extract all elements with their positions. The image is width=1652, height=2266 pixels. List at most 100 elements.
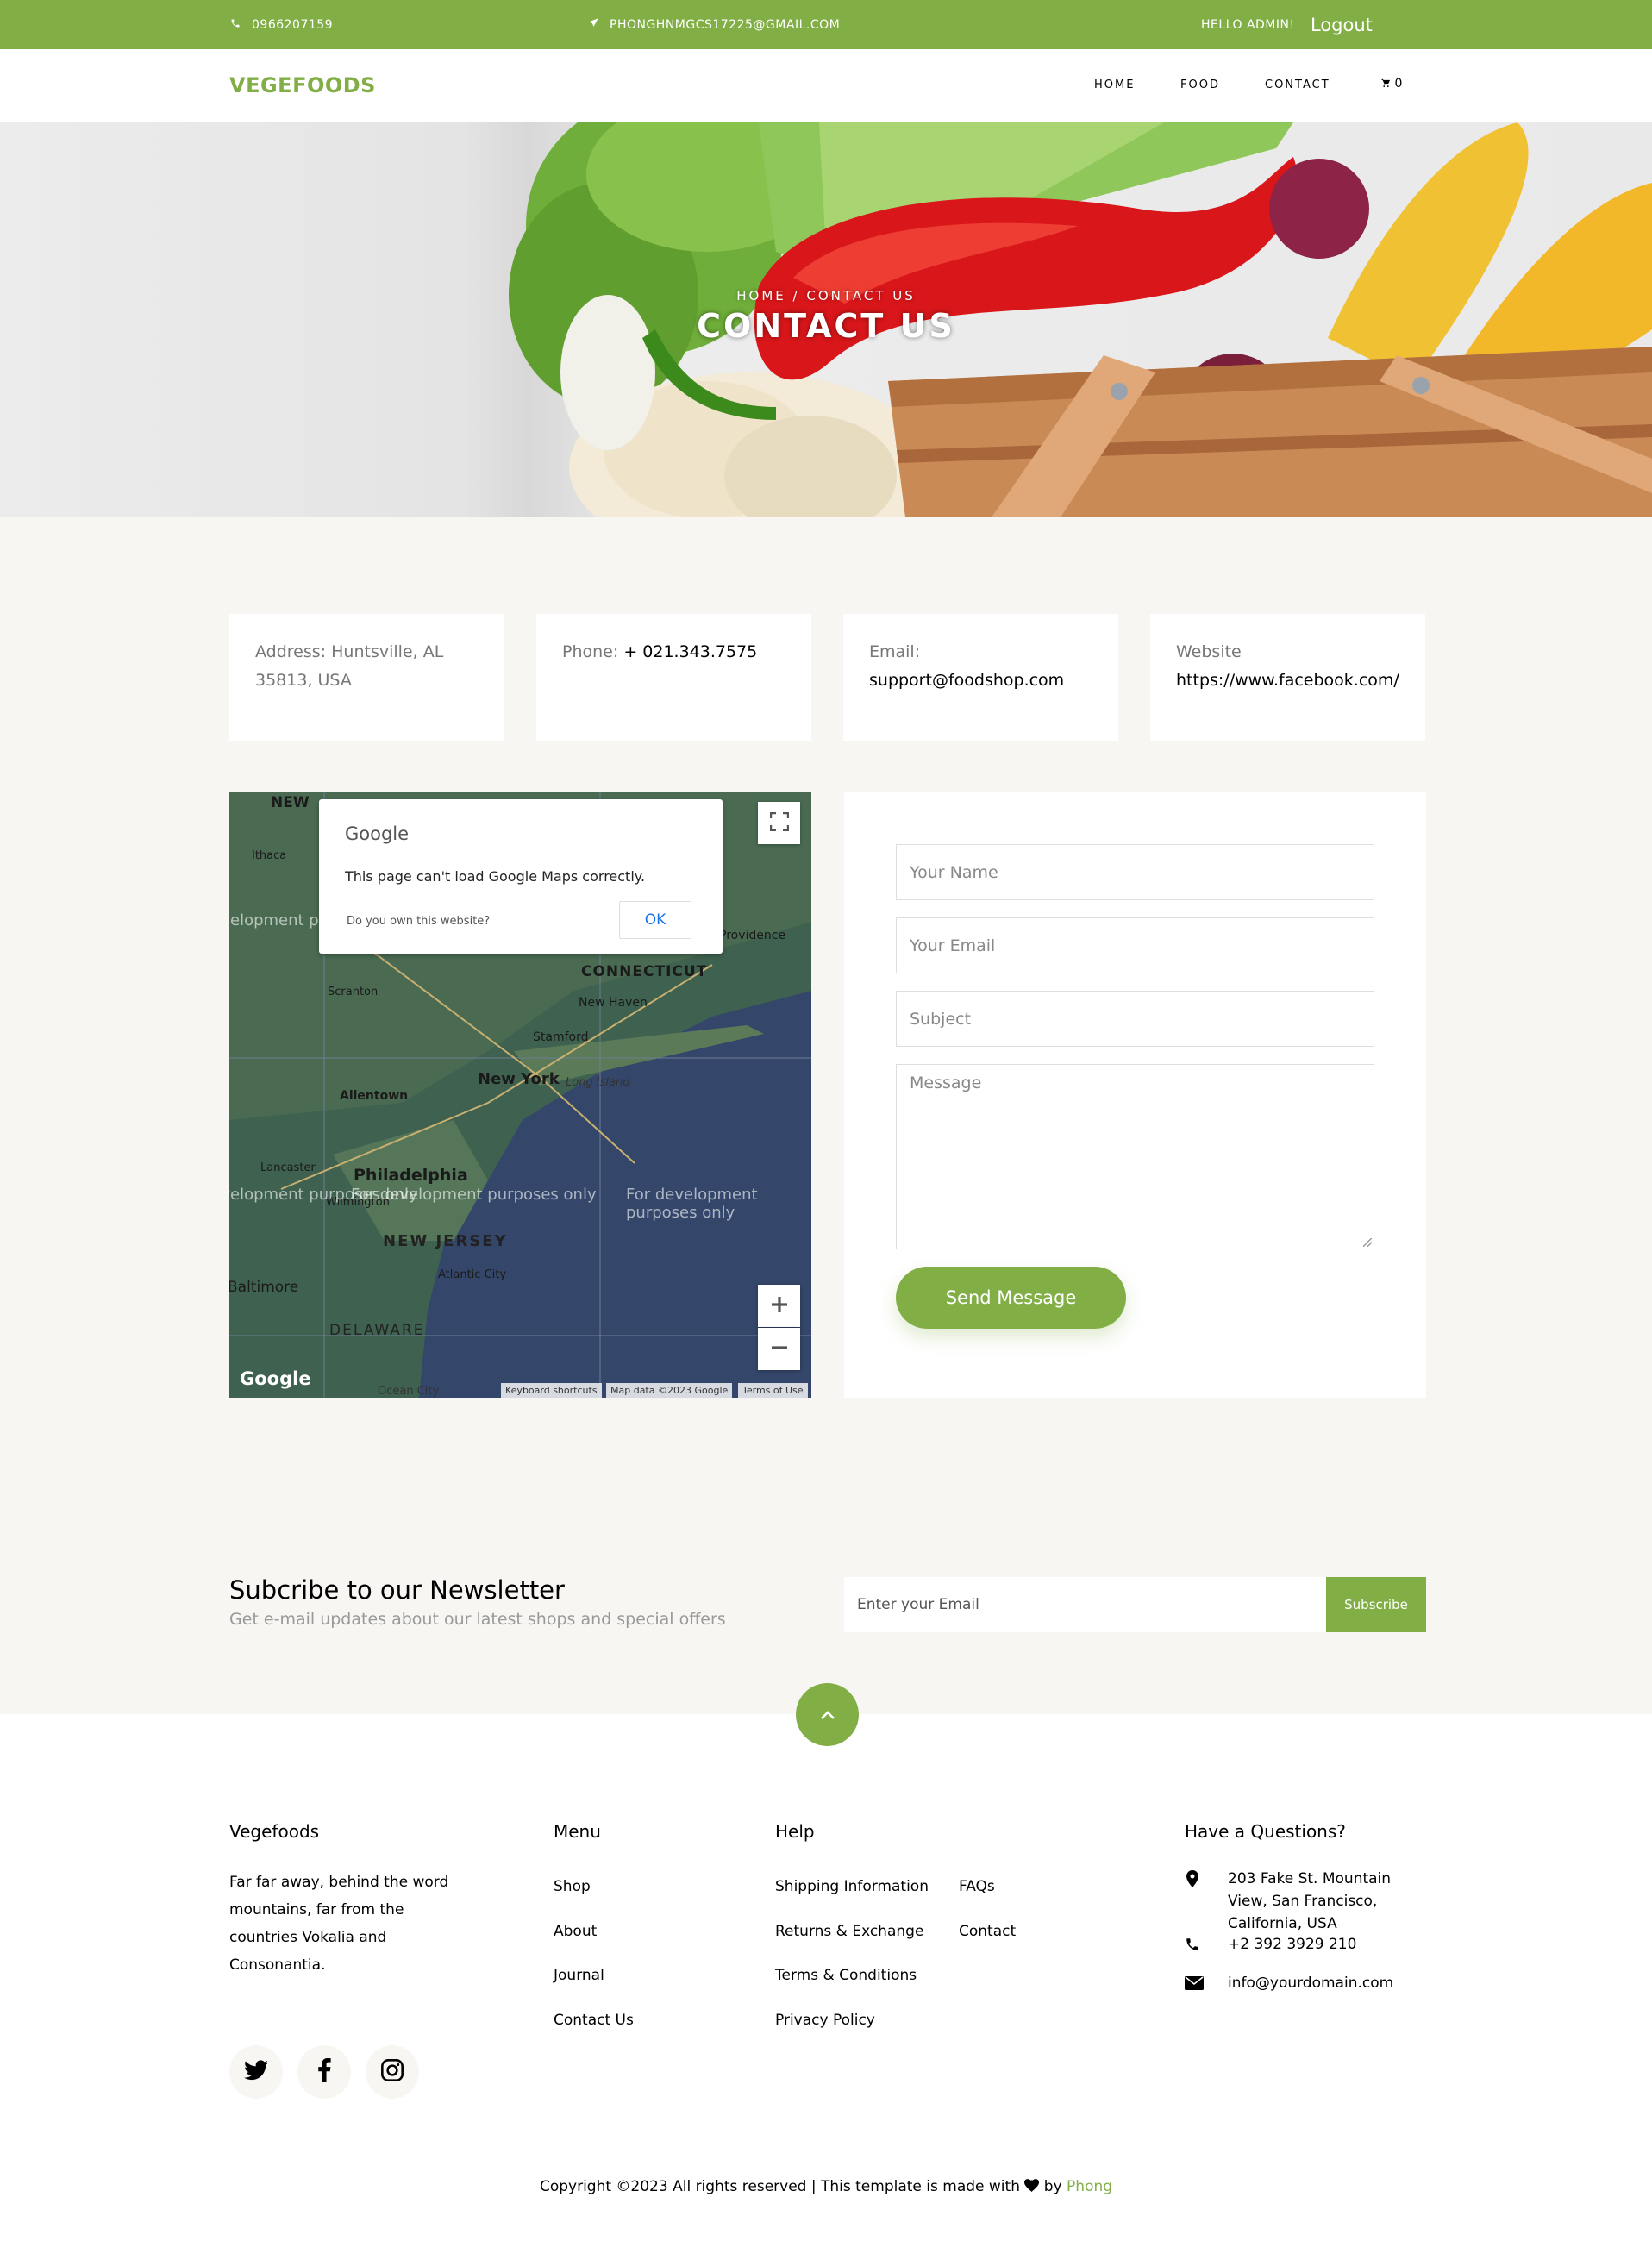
send-message-button[interactable]: Send Message bbox=[896, 1267, 1126, 1329]
keyboard-shortcuts-link[interactable]: Keyboard shortcuts bbox=[501, 1383, 602, 1398]
twitter-button[interactable] bbox=[229, 2045, 283, 2099]
footer-help-privacy[interactable]: Privacy Policy bbox=[775, 2012, 875, 2029]
topbar-email-text: PHONGHNMGCS17225@GMAIL.COM bbox=[610, 17, 841, 32]
map-dev-watermark: For development purposes only bbox=[351, 1186, 597, 1204]
map-label-delaware: DELAWARE bbox=[329, 1322, 425, 1339]
topbar-phone-text: 0966207159 bbox=[252, 17, 334, 32]
email-label: Email: bbox=[869, 642, 921, 661]
phone-value[interactable]: + 021.343.7575 bbox=[623, 642, 757, 661]
fullscreen-icon bbox=[769, 811, 789, 835]
paper-plane-icon bbox=[587, 17, 599, 32]
map-label-baltimore: Baltimore bbox=[229, 1279, 299, 1296]
copyright-by: by bbox=[1043, 2178, 1062, 2195]
footer-menu-shop[interactable]: Shop bbox=[554, 1878, 591, 1895]
instagram-icon bbox=[380, 2058, 404, 2086]
footer-help-terms[interactable]: Terms & Conditions bbox=[775, 1967, 917, 1984]
footer-menu-title: Menu bbox=[554, 1821, 601, 1842]
maps-error-dialog: Google This page can't load Google Maps … bbox=[319, 799, 723, 954]
map-label-new-york: New York bbox=[478, 1070, 560, 1088]
phone-icon bbox=[1185, 1937, 1200, 1956]
newsletter-subtitle: Get e-mail updates about our latest shop… bbox=[229, 1610, 726, 1629]
navbar: VEGEFOODS HOME FOOD CONTACT 0 bbox=[0, 49, 1652, 122]
dialog-own-website[interactable]: Do you own this website? bbox=[347, 915, 490, 928]
envelope-icon bbox=[1185, 1976, 1204, 1994]
nav-contact[interactable]: CONTACT bbox=[1265, 78, 1330, 91]
map-label-philadelphia: Philadelphia bbox=[354, 1166, 468, 1185]
minus-icon bbox=[770, 1338, 789, 1361]
map-data-attribution: Map data ©2023 Google bbox=[606, 1383, 733, 1398]
resize-handle-icon[interactable] bbox=[1363, 1238, 1372, 1247]
map-label-stamford: Stamford bbox=[533, 1030, 589, 1044]
nav-home[interactable]: HOME bbox=[1094, 78, 1135, 91]
address-card: Address: Huntsville, AL 35813, USA bbox=[229, 614, 504, 741]
topbar-greeting: HELLO ADMIN! bbox=[1201, 17, 1295, 32]
footer-help-contact[interactable]: Contact bbox=[959, 1923, 1016, 1940]
phone-icon bbox=[229, 18, 241, 32]
phone-label: Phone: bbox=[562, 642, 619, 661]
map-label-scranton: Scranton bbox=[328, 986, 379, 998]
newsletter-email-input[interactable]: Enter your Email bbox=[844, 1577, 1327, 1632]
email-field[interactable]: Your Email bbox=[896, 917, 1374, 973]
map-label-long-island: Long Island bbox=[566, 1076, 630, 1089]
breadcrumb: HOME / CONTACT US bbox=[736, 288, 916, 304]
cart-link[interactable]: 0 bbox=[1381, 77, 1402, 91]
map-label-ithaca: Ithaca bbox=[252, 849, 287, 862]
cart-count: 0 bbox=[1394, 77, 1403, 91]
map-label-new-jersey: NEW JERSEY bbox=[383, 1232, 508, 1250]
zoom-in-button[interactable] bbox=[758, 1285, 800, 1327]
copyright-text: Copyright ©2023 All rights reserved | Th… bbox=[539, 2178, 1020, 2195]
fullscreen-button[interactable] bbox=[758, 802, 800, 844]
footer-help-title: Help bbox=[775, 1821, 815, 1842]
footer-email[interactable]: info@yourdomain.com bbox=[1228, 1975, 1393, 1992]
map-label-lancaster: Lancaster bbox=[260, 1161, 316, 1174]
footer-about-text: Far far away, behind the word mountains,… bbox=[229, 1874, 449, 1974]
website-value[interactable]: https://www.facebook.com/ bbox=[1176, 667, 1399, 695]
facebook-button[interactable] bbox=[297, 2045, 351, 2099]
footer-menu-journal[interactable]: Journal bbox=[554, 1967, 604, 1984]
google-map[interactable]: NEW Ithaca Scranton CONNECTICUT New Have… bbox=[229, 792, 811, 1398]
email-card: Email: support@foodshop.com bbox=[843, 614, 1118, 741]
topbar-email: PHONGHNMGCS17225@GMAIL.COM bbox=[587, 0, 840, 49]
map-google-logo: Google bbox=[240, 1368, 311, 1389]
footer-help-returns[interactable]: Returns & Exchange bbox=[775, 1923, 923, 1940]
map-label-providence: Providence bbox=[719, 929, 786, 942]
name-field[interactable]: Your Name bbox=[896, 844, 1374, 900]
email-value[interactable]: support@foodshop.com bbox=[869, 667, 1092, 695]
map-label-allentown: Allentown bbox=[340, 1089, 409, 1103]
footer-menu-about[interactable]: About bbox=[554, 1923, 597, 1940]
instagram-button[interactable] bbox=[366, 2045, 419, 2099]
footer-questions-title: Have a Questions? bbox=[1185, 1821, 1346, 1842]
footer-menu-contact-us[interactable]: Contact Us bbox=[554, 2012, 634, 2029]
page-title: CONTACT US bbox=[697, 307, 955, 345]
brand-logo[interactable]: VEGEFOODS bbox=[229, 73, 376, 97]
footer-phone[interactable]: +2 392 3929 210 bbox=[1228, 1936, 1356, 1953]
heart-icon bbox=[1024, 2178, 1043, 2195]
address-label: Address: bbox=[255, 642, 327, 661]
nav-food[interactable]: FOOD bbox=[1180, 78, 1220, 91]
website-label: Website bbox=[1176, 642, 1242, 661]
scroll-top-button[interactable] bbox=[796, 1683, 859, 1746]
footer-about-title: Vegefoods bbox=[229, 1821, 320, 1842]
map-dev-watermark: For development purposes only bbox=[626, 1186, 758, 1222]
message-placeholder: Message bbox=[910, 1074, 982, 1092]
footer-help-faqs[interactable]: FAQs bbox=[959, 1878, 995, 1895]
map-marker-icon bbox=[1185, 1870, 1200, 1892]
dialog-ok-button[interactable]: OK bbox=[619, 901, 691, 939]
dialog-google-logo: Google bbox=[345, 823, 410, 844]
facebook-icon bbox=[317, 2058, 331, 2086]
website-card: Website https://www.facebook.com/ bbox=[1150, 614, 1425, 741]
copyright: Copyright ©2023 All rights reserved | Th… bbox=[0, 2178, 1652, 2195]
subject-field[interactable]: Subject bbox=[896, 991, 1374, 1047]
map-label-atlantic-city: Atlantic City bbox=[438, 1268, 507, 1281]
message-field[interactable]: Message bbox=[896, 1064, 1374, 1249]
cart-icon bbox=[1381, 77, 1394, 91]
logout-link[interactable]: Logout bbox=[1311, 0, 1373, 49]
footer-address: 203 Fake St. Mountain View, San Francisc… bbox=[1228, 1870, 1392, 1932]
terms-of-use-link[interactable]: Terms of Use bbox=[738, 1383, 808, 1398]
footer-help-shipping[interactable]: Shipping Information bbox=[775, 1878, 929, 1895]
copyright-author-link[interactable]: Phong bbox=[1067, 2178, 1112, 2195]
phone-card: Phone: + 021.343.7575 bbox=[536, 614, 811, 741]
zoom-out-button[interactable] bbox=[758, 1328, 800, 1370]
subscribe-button[interactable]: Subscribe bbox=[1326, 1577, 1426, 1632]
top-bar: 0966207159 PHONGHNMGCS17225@GMAIL.COM HE… bbox=[0, 0, 1652, 49]
